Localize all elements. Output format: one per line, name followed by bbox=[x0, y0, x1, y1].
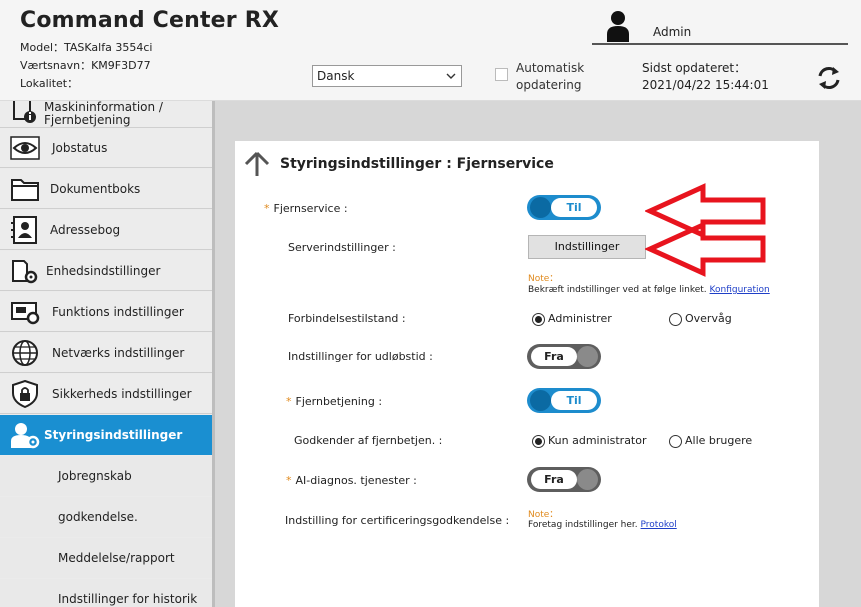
sidebar-item-device-settings[interactable]: Enhedsindstillinger bbox=[0, 251, 212, 291]
folder-icon bbox=[11, 179, 39, 201]
sidebar-item-label: Funktions indstillinger bbox=[52, 305, 184, 319]
expiry-settings-label: Indstillinger for udløbstid : bbox=[288, 350, 433, 363]
globe-icon bbox=[12, 340, 38, 366]
chevron-down-icon bbox=[446, 73, 456, 79]
sidebar-item-label: Enhedsindstillinger bbox=[46, 264, 161, 278]
ai-diag-label: * AI-diagnos. tjenester : bbox=[286, 474, 417, 487]
remote-operation-toggle[interactable]: Til bbox=[527, 388, 601, 413]
required-mark: * bbox=[286, 395, 292, 408]
toggle-knob bbox=[530, 197, 551, 218]
sidebar-subitem-label: Indstillinger for historik bbox=[58, 592, 198, 606]
language-select-value: Dansk bbox=[317, 69, 355, 83]
header: Command Center RX Model：TASKalfa 3554ci … bbox=[0, 0, 861, 101]
device-location: Lokalitet： bbox=[20, 77, 79, 90]
radio-admin-only-label: Kun administrator bbox=[548, 434, 647, 447]
remote-service-toggle[interactable]: Til bbox=[527, 195, 601, 220]
sidebar-item-label: Dokumentboks bbox=[50, 182, 141, 196]
sidebar-subitem-label: Meddelelse/rapport bbox=[58, 551, 175, 565]
last-updated-label: Sidst opdateret： bbox=[642, 61, 747, 75]
toggle-state: Til bbox=[551, 198, 597, 217]
protocol-link[interactable]: Protokol bbox=[641, 520, 677, 530]
sidebar-item-network-settings[interactable]: Netværks indstillinger bbox=[0, 333, 212, 373]
toggle-state: Til bbox=[551, 391, 597, 410]
device-model: Model：TASKalfa 3554ci bbox=[20, 41, 153, 54]
radio-overvaag[interactable] bbox=[669, 313, 682, 326]
toggle-knob bbox=[577, 346, 598, 367]
sidebar-item-management-settings[interactable]: Styringsindstillinger bbox=[0, 415, 212, 455]
sidebar-item-label: Sikkerheds indstillinger bbox=[52, 387, 192, 401]
red-arrow-icon bbox=[645, 221, 766, 277]
sidebar-item-label: Maskininformation / Fjernbetjening bbox=[44, 101, 163, 127]
expiry-settings-toggle[interactable]: Fra bbox=[527, 344, 601, 369]
note-title: Note： bbox=[528, 510, 559, 520]
language-select[interactable]: Dansk bbox=[312, 65, 462, 87]
sidebar-subitem-authentication[interactable]: godkendelse. bbox=[0, 497, 212, 537]
auto-update-checkbox[interactable] bbox=[495, 68, 508, 81]
sidebar-subitem-job-accounting[interactable]: Jobregnskab bbox=[0, 456, 212, 496]
back-arrow-icon[interactable] bbox=[243, 151, 271, 177]
shield-icon bbox=[12, 380, 38, 408]
auto-update-label: Automatisk opdatering bbox=[516, 61, 585, 92]
sidebar-item-device-info[interactable]: Maskininformation / Fjernbetjening bbox=[0, 101, 212, 128]
user-icon bbox=[607, 11, 629, 42]
server-settings-button[interactable]: Indstillinger bbox=[528, 235, 646, 259]
sidebar-subitem-label: godkendelse. bbox=[58, 510, 138, 524]
refresh-icon[interactable] bbox=[814, 63, 844, 93]
radio-all-users[interactable] bbox=[669, 435, 682, 448]
ai-diag-toggle[interactable]: Fra bbox=[527, 467, 601, 492]
sidebar-item-documentbox[interactable]: Dokumentboks bbox=[0, 169, 212, 209]
sidebar-item-label: Netværks indstillinger bbox=[52, 346, 185, 360]
radio-all-users-label: Alle brugere bbox=[685, 434, 753, 447]
sidebar-item-label: Jobstatus bbox=[52, 141, 108, 155]
note-text: Bekræft indstillinger ved at følge linke… bbox=[528, 285, 770, 295]
toggle-knob bbox=[577, 469, 598, 490]
sidebar-subitem-label: Jobregnskab bbox=[58, 469, 132, 483]
toggle-knob bbox=[530, 390, 551, 411]
radio-administrer-label: Administrer bbox=[548, 312, 612, 325]
user-block[interactable]: Admin bbox=[592, 10, 848, 45]
sidebar-item-function-settings[interactable]: Funktions indstillinger bbox=[0, 292, 212, 332]
sidebar-subitem-history-settings[interactable]: Indstillinger for historik bbox=[0, 579, 212, 607]
radio-administrer[interactable] bbox=[532, 313, 545, 326]
required-mark: * bbox=[286, 474, 292, 487]
connection-state-label: Forbindelsestilstand : bbox=[288, 312, 406, 325]
server-settings-label: Serverindstillinger : bbox=[288, 241, 396, 254]
sidebar-subitem-notification-report[interactable]: Meddelelse/rapport bbox=[0, 538, 212, 578]
user-name: Admin bbox=[653, 25, 692, 39]
function-settings-icon bbox=[11, 302, 40, 325]
required-mark: * bbox=[264, 202, 270, 215]
cert-approval-label: Indstilling for certificeringsgodkendels… bbox=[285, 514, 510, 527]
admin-settings-icon bbox=[11, 423, 40, 449]
device-hostname: Værtsnavn：KM9F3D77 bbox=[20, 59, 151, 72]
address-book-icon bbox=[11, 216, 37, 244]
remote-approver-label: Godkender af fjernbetjen. : bbox=[294, 434, 443, 447]
configuration-link[interactable]: Konfiguration bbox=[710, 285, 770, 295]
toggle-state: Fra bbox=[531, 470, 577, 489]
sidebar-item-security-settings[interactable]: Sikkerheds indstillinger bbox=[0, 374, 212, 414]
remote-service-label: * Fjernservice : bbox=[264, 202, 348, 215]
sidebar-item-addressbook[interactable]: Adressebog bbox=[0, 210, 212, 250]
app-title: Command Center RX bbox=[20, 8, 279, 33]
sidebar-item-jobstatus[interactable]: Jobstatus bbox=[0, 128, 212, 168]
sidebar: Maskininformation / Fjernbetjening Jobst… bbox=[0, 101, 212, 607]
device-settings-icon bbox=[12, 260, 38, 284]
sidebar-item-label: Styringsindstillinger bbox=[44, 428, 183, 442]
page-title: Styringsindstillinger : Fjernservice bbox=[280, 156, 554, 172]
eye-icon bbox=[10, 136, 40, 160]
sidebar-item-label: Adressebog bbox=[50, 223, 121, 237]
toggle-state: Fra bbox=[531, 347, 577, 366]
info-icon bbox=[13, 101, 36, 123]
radio-admin-only[interactable] bbox=[532, 435, 545, 448]
note-title: Note： bbox=[528, 274, 559, 284]
note-text: Foretag indstillinger her. Protokol bbox=[528, 520, 677, 530]
last-updated-value: 2021/04/22 15:44:01 bbox=[642, 78, 769, 92]
remote-operation-label: * Fjernbetjening : bbox=[286, 395, 383, 408]
radio-overvaag-label: Overvåg bbox=[685, 312, 732, 325]
